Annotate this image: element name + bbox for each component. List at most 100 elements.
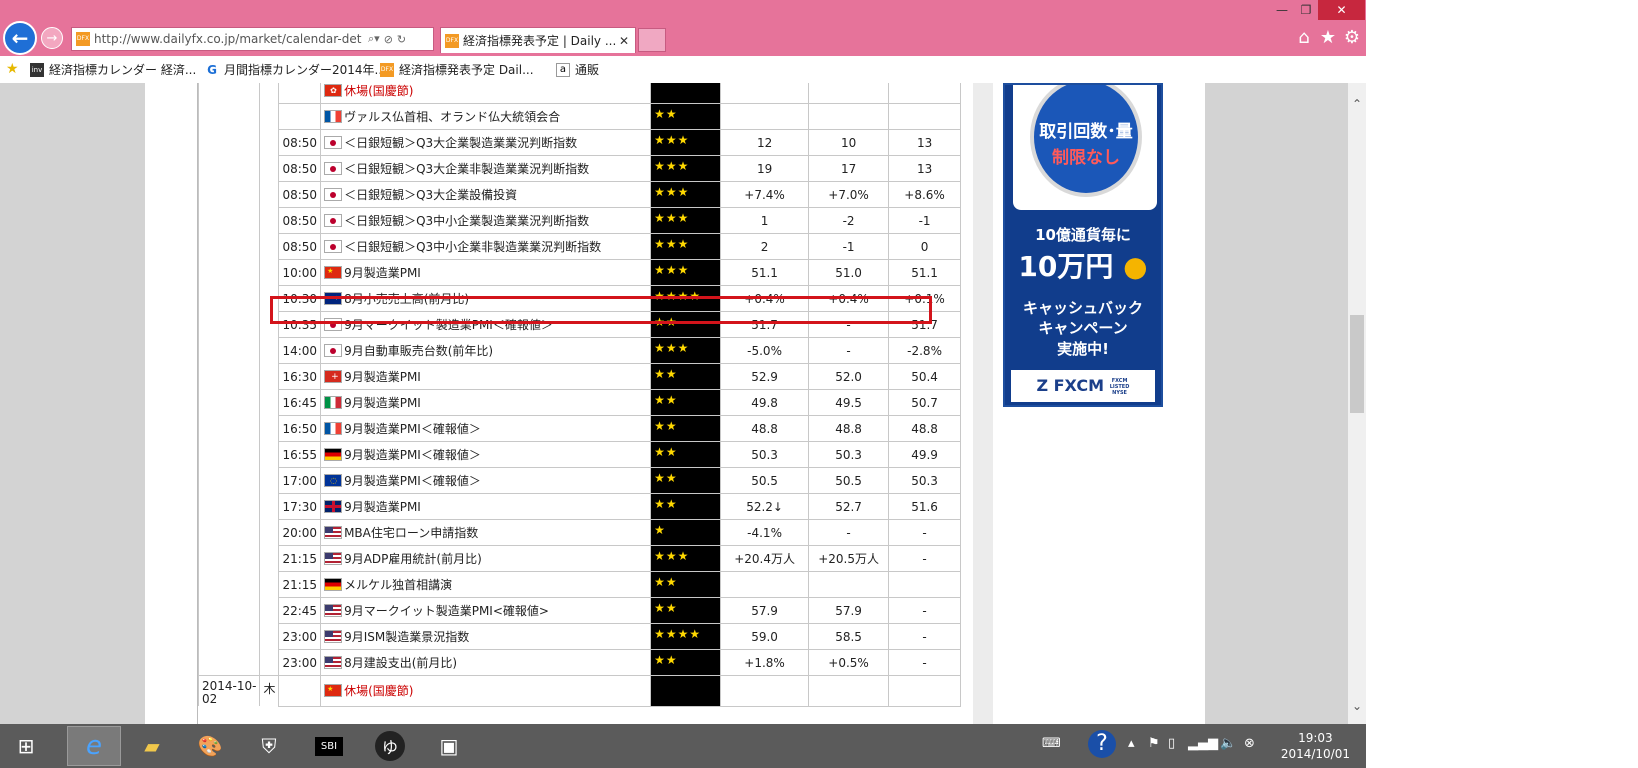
url-text[interactable]: http://www.dailyfx.co.jp/market/calendar…	[94, 32, 364, 46]
date-cell	[197, 311, 261, 338]
event-cell: 9月ISM製造業景況指数	[320, 623, 652, 650]
forecast-cell: -	[808, 519, 890, 546]
clock-time: 19:03	[1298, 731, 1333, 745]
clock[interactable]: 19:03 2014/10/01	[1281, 730, 1350, 762]
home-icon[interactable]: ⌂	[1294, 28, 1314, 48]
refresh-icon[interactable]: ↻	[397, 33, 406, 46]
yu-icon: ゆ	[375, 731, 405, 761]
event-cell: ＜日銀短観＞Q3大企業設備投資	[320, 181, 652, 208]
favorite-link-calendar[interactable]: G 月間指標カレンダー2014年...	[205, 61, 386, 78]
scroll-down-icon[interactable]: ⌄	[1348, 697, 1366, 715]
close-circle-icon[interactable]: ⊗	[1244, 736, 1255, 751]
flag-au-icon: ✦	[324, 292, 343, 305]
event-name: 休場(国慶節)	[344, 84, 414, 98]
search-icon[interactable]: ⌕▾	[368, 32, 380, 46]
fxcm-banner-ad[interactable]: 取引回数･量 制限なし 10億通貨毎に 10万円 ● キャッシュバック キャンペ…	[1003, 83, 1163, 407]
event-cell: 9月製造業PMI	[320, 493, 652, 520]
favorite-link-investing[interactable]: inv 経済指標カレンダー 経済...	[30, 61, 196, 78]
scroll-thumb[interactable]	[1350, 315, 1364, 413]
forecast-cell: 52.0	[808, 363, 890, 390]
time-cell	[278, 675, 322, 707]
ad-line2-text: 10万円	[1018, 250, 1114, 283]
time-cell: 10:30	[278, 285, 322, 312]
favorites-star-icon[interactable]: ★	[1318, 28, 1338, 48]
flag-us-icon	[324, 604, 343, 617]
forecast-cell: +0.4%	[808, 285, 890, 312]
flag-jp-icon	[324, 344, 343, 357]
event-cell: MBA住宅ローン申請指数	[320, 519, 652, 546]
scroll-up-icon[interactable]: ⌃	[1348, 95, 1366, 113]
network-icon[interactable]: ▂▄▆	[1188, 736, 1218, 751]
show-hidden-icon[interactable]: ▴	[1128, 736, 1135, 751]
previous-cell: 50.3	[888, 467, 962, 494]
previous-cell: -1	[888, 207, 962, 234]
previous-cell: 0	[888, 233, 962, 260]
actual-cell: 50.3	[720, 441, 810, 468]
close-window-button[interactable]: ✕	[1318, 0, 1365, 20]
flag-fr-icon	[324, 110, 343, 123]
ad-circle-line1: 取引回数･量	[1039, 122, 1133, 142]
back-button[interactable]: ←	[3, 21, 37, 55]
amazon-icon: a	[556, 62, 570, 77]
favorite-link-shopping[interactable]: a 通販	[556, 61, 599, 78]
weekday-cell	[259, 207, 280, 234]
event-name: 9月ADP雇用統計(前月比)	[344, 552, 482, 566]
previous-cell: +0.1%	[888, 285, 962, 312]
favorite-link-dailyfx[interactable]: DFX 経済指標発表予定 Dail...	[380, 61, 534, 78]
arrow-right-icon: →	[46, 30, 58, 46]
maximize-button[interactable]: ❐	[1294, 0, 1318, 20]
date-cell	[197, 597, 261, 624]
new-tab-button[interactable]	[638, 28, 666, 52]
previous-cell: 51.7	[888, 311, 962, 338]
weekday-cell	[259, 623, 280, 650]
taskbar-security[interactable]: ⛨	[245, 726, 293, 766]
start-button[interactable]: ⊞	[2, 726, 50, 766]
taskbar-explorer[interactable]: ▰	[128, 726, 176, 766]
forward-button[interactable]: →	[41, 27, 63, 49]
calendar-row: 10:35 9月マークイット製造業PMI＜確報値＞ ★★ 51.7-51.7	[197, 311, 962, 338]
taskbar-sbi-fxtrade[interactable]: SBI	[305, 726, 353, 766]
folder-icon: ▰	[144, 734, 160, 758]
actual-cell	[720, 571, 810, 598]
calendar-row: 10:00 ★ 9月製造業PMI ★★★ 51.1 51.0 51.1	[197, 259, 962, 286]
forecast-cell: 10	[808, 129, 890, 156]
previous-cell: -	[888, 623, 962, 650]
importance-stars: ★★	[650, 389, 722, 416]
previous-cell: 50.7	[888, 389, 962, 416]
importance-stars: ★	[650, 519, 722, 546]
weekday-cell	[259, 259, 280, 286]
calendar-row: 17:30 9月製造業PMI ★★ 52.2↓ 52.7 51.6	[197, 493, 962, 520]
address-bar[interactable]: DFX http://www.dailyfx.co.jp/market/cale…	[71, 27, 434, 51]
time-cell: 23:00	[278, 649, 322, 676]
settings-gear-icon[interactable]: ⚙	[1342, 28, 1362, 48]
stop-icon[interactable]: ⊘	[384, 33, 393, 46]
event-name: 9月製造業PMI	[344, 370, 421, 384]
actual-cell: +7.4%	[720, 181, 810, 208]
flag-icon[interactable]: ⚑	[1148, 736, 1160, 751]
event-cell: 9月製造業PMI＜確報値＞	[320, 415, 652, 442]
volume-icon[interactable]: 🔈	[1220, 736, 1236, 751]
taskbar-photos[interactable]: ▣	[425, 726, 473, 766]
flag-jp-icon	[324, 318, 343, 331]
page-scrollbar[interactable]: ⌃ ⌄	[1348, 83, 1366, 724]
tab-active[interactable]: DFX 経済指標発表予定 | Daily ... ✕	[440, 27, 636, 53]
help-icon[interactable]: ?	[1088, 730, 1116, 758]
battery-icon[interactable]: ▯	[1168, 736, 1175, 751]
flag-eu-icon: ◌	[324, 474, 343, 487]
sbi-fxtrade-icon: SBI	[314, 736, 344, 756]
event-cell: ＜日銀短観＞Q3大企業非製造業業況判断指数	[320, 155, 652, 182]
tab-close-icon[interactable]: ✕	[619, 34, 629, 48]
minimize-button[interactable]: —	[1270, 0, 1294, 20]
event-name: ＜日銀短観＞Q3大企業非製造業業況判断指数	[344, 162, 590, 176]
taskbar-paint[interactable]: 🎨	[186, 726, 234, 766]
weekday-cell	[259, 337, 280, 364]
keyboard-icon[interactable]: ⌨	[1042, 736, 1061, 751]
ad-line4: キャンペーン	[1038, 319, 1128, 337]
taskbar-ie[interactable]: e	[67, 726, 121, 766]
weekday-cell	[259, 83, 280, 104]
date-cell	[197, 129, 261, 156]
flag-cn-icon: ★	[324, 266, 343, 279]
importance-stars: ★★★	[650, 207, 722, 234]
favorites-add-icon[interactable]: ★	[6, 61, 19, 77]
taskbar-yu-app[interactable]: ゆ	[366, 726, 414, 766]
